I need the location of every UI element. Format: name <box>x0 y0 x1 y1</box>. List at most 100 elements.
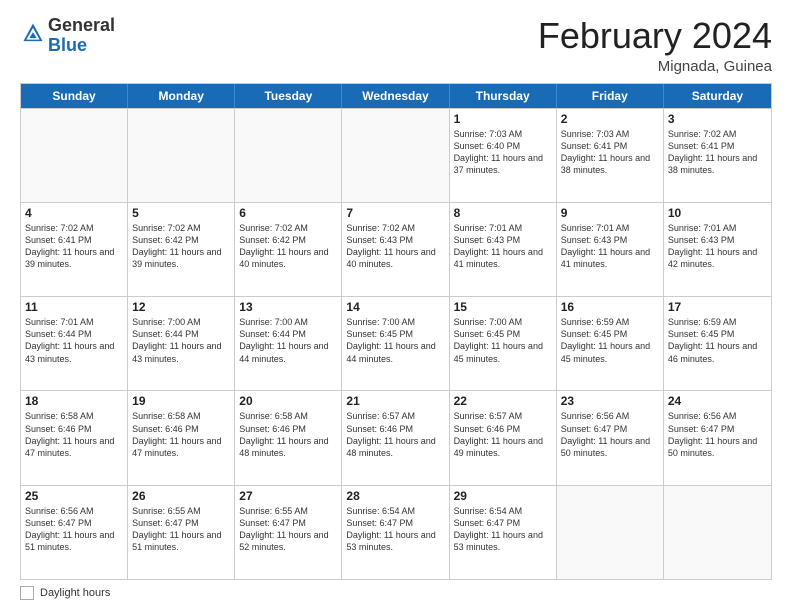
calendar-title: February 2024 <box>538 16 772 56</box>
day-number: 1 <box>454 112 552 126</box>
calendar-header: SundayMondayTuesdayWednesdayThursdayFrid… <box>21 84 771 108</box>
header-day-monday: Monday <box>128 84 235 108</box>
day-number: 4 <box>25 206 123 220</box>
logo-blue-text: Blue <box>48 35 87 55</box>
calendar-cell: 25 Sunrise: 6:56 AMSunset: 6:47 PMDayligh… <box>21 486 128 579</box>
calendar-row-3: 18 Sunrise: 6:58 AMSunset: 6:46 PMDayligh… <box>21 390 771 484</box>
calendar-cell <box>342 109 449 202</box>
day-info: Sunrise: 7:00 AMSunset: 6:45 PMDaylight:… <box>454 316 552 365</box>
day-number: 11 <box>25 300 123 314</box>
day-info: Sunrise: 6:58 AMSunset: 6:46 PMDaylight:… <box>239 410 337 459</box>
day-info: Sunrise: 6:56 AMSunset: 6:47 PMDaylight:… <box>25 505 123 554</box>
day-info: Sunrise: 7:01 AMSunset: 6:43 PMDaylight:… <box>454 222 552 271</box>
day-number: 18 <box>25 394 123 408</box>
calendar-cell: 24Sunrise: 6:56 AMSunset: 6:47 PMDayligh… <box>664 391 771 484</box>
calendar-cell: 14 Sunrise: 7:00 AMSunset: 6:45 PMDayligh… <box>342 297 449 390</box>
day-info: Sunrise: 6:57 AMSunset: 6:46 PMDaylight:… <box>346 410 444 459</box>
day-info: Sunrise: 7:01 AMSunset: 6:43 PMDaylight:… <box>561 222 659 271</box>
day-info: Sunrise: 6:59 AMSunset: 6:45 PMDaylight:… <box>668 316 767 365</box>
day-info: Sunrise: 6:58 AMSunset: 6:46 PMDaylight:… <box>132 410 230 459</box>
calendar-cell: 18Sunrise: 6:58 AMSunset: 6:46 PMDayligh… <box>21 391 128 484</box>
calendar-cell: 28 Sunrise: 6:54 AMSunset: 6:47 PMDayligh… <box>342 486 449 579</box>
day-number: 28 <box>346 489 444 503</box>
day-number: 17 <box>668 300 767 314</box>
day-info: Sunrise: 6:56 AMSunset: 6:47 PMDaylight:… <box>561 410 659 459</box>
calendar-cell <box>664 486 771 579</box>
day-info: Sunrise: 7:03 AMSunset: 6:40 PMDaylight:… <box>454 128 552 177</box>
calendar-cell: 7Sunrise: 7:02 AMSunset: 6:43 PMDaylight… <box>342 203 449 296</box>
day-info: Sunrise: 7:02 AMSunset: 6:43 PMDaylight:… <box>346 222 444 271</box>
day-number: 12 <box>132 300 230 314</box>
calendar-cell <box>235 109 342 202</box>
header-day-friday: Friday <box>557 84 664 108</box>
calendar-row-2: 11 Sunrise: 7:01 AMSunset: 6:44 PMDayligh… <box>21 296 771 390</box>
day-number: 14 <box>346 300 444 314</box>
day-number: 25 <box>25 489 123 503</box>
calendar-cell <box>557 486 664 579</box>
day-info: Sunrise: 6:54 AMSunset: 6:47 PMDaylight:… <box>346 505 444 554</box>
calendar-cell: 19 Sunrise: 6:58 AMSunset: 6:46 PMDayligh… <box>128 391 235 484</box>
day-number: 13 <box>239 300 337 314</box>
day-info: Sunrise: 6:57 AMSunset: 6:46 PMDaylight:… <box>454 410 552 459</box>
calendar-cell <box>128 109 235 202</box>
day-info: Sunrise: 7:02 AMSunset: 6:41 PMDaylight:… <box>25 222 123 271</box>
calendar-cell: 2 Sunrise: 7:03 AMSunset: 6:41 PMDaylight… <box>557 109 664 202</box>
day-number: 23 <box>561 394 659 408</box>
day-number: 21 <box>346 394 444 408</box>
calendar-row-1: 4 Sunrise: 7:02 AMSunset: 6:41 PMDaylight… <box>21 202 771 296</box>
calendar-cell <box>21 109 128 202</box>
day-number: 26 <box>132 489 230 503</box>
footer-label: Daylight hours <box>40 587 110 599</box>
day-info: Sunrise: 7:00 AMSunset: 6:44 PMDaylight:… <box>239 316 337 365</box>
calendar-cell: 20Sunrise: 6:58 AMSunset: 6:46 PMDayligh… <box>235 391 342 484</box>
day-info: Sunrise: 7:00 AMSunset: 6:45 PMDaylight:… <box>346 316 444 365</box>
footer-box <box>20 586 34 600</box>
day-number: 6 <box>239 206 337 220</box>
header: General Blue February 2024 Mignada, Guin… <box>20 16 772 75</box>
day-info: Sunrise: 7:02 AMSunset: 6:42 PMDaylight:… <box>132 222 230 271</box>
calendar-cell: 29Sunrise: 6:54 AMSunset: 6:47 PMDayligh… <box>450 486 557 579</box>
calendar-row-4: 25 Sunrise: 6:56 AMSunset: 6:47 PMDayligh… <box>21 485 771 579</box>
calendar-cell: 17 Sunrise: 6:59 AMSunset: 6:45 PMDayligh… <box>664 297 771 390</box>
day-number: 22 <box>454 394 552 408</box>
day-number: 9 <box>561 206 659 220</box>
day-number: 19 <box>132 394 230 408</box>
day-info: Sunrise: 6:54 AMSunset: 6:47 PMDaylight:… <box>454 505 552 554</box>
calendar-cell: 5 Sunrise: 7:02 AMSunset: 6:42 PMDaylight… <box>128 203 235 296</box>
day-number: 3 <box>668 112 767 126</box>
calendar-cell: 4 Sunrise: 7:02 AMSunset: 6:41 PMDaylight… <box>21 203 128 296</box>
calendar: SundayMondayTuesdayWednesdayThursdayFrid… <box>20 83 772 580</box>
calendar-body: 1 Sunrise: 7:03 AMSunset: 6:40 PMDaylight… <box>21 108 771 579</box>
day-info: Sunrise: 7:01 AMSunset: 6:44 PMDaylight:… <box>25 316 123 365</box>
header-day-wednesday: Wednesday <box>342 84 449 108</box>
logo: General Blue <box>20 16 115 56</box>
day-info: Sunrise: 7:03 AMSunset: 6:41 PMDaylight:… <box>561 128 659 177</box>
calendar-cell: 1 Sunrise: 7:03 AMSunset: 6:40 PMDaylight… <box>450 109 557 202</box>
day-info: Sunrise: 7:00 AMSunset: 6:44 PMDaylight:… <box>132 316 230 365</box>
day-number: 2 <box>561 112 659 126</box>
day-info: Sunrise: 6:55 AMSunset: 6:47 PMDaylight:… <box>132 505 230 554</box>
calendar-cell: 27Sunrise: 6:55 AMSunset: 6:47 PMDayligh… <box>235 486 342 579</box>
day-info: Sunrise: 6:56 AMSunset: 6:47 PMDaylight:… <box>668 410 767 459</box>
header-day-saturday: Saturday <box>664 84 771 108</box>
logo-icon <box>22 22 44 44</box>
day-number: 15 <box>454 300 552 314</box>
calendar-cell: 22 Sunrise: 6:57 AMSunset: 6:46 PMDayligh… <box>450 391 557 484</box>
calendar-cell: 11 Sunrise: 7:01 AMSunset: 6:44 PMDayligh… <box>21 297 128 390</box>
calendar-cell: 13 Sunrise: 7:00 AMSunset: 6:44 PMDayligh… <box>235 297 342 390</box>
calendar-cell: 3Sunrise: 7:02 AMSunset: 6:41 PMDaylight… <box>664 109 771 202</box>
day-info: Sunrise: 6:55 AMSunset: 6:47 PMDaylight:… <box>239 505 337 554</box>
logo-general-text: General <box>48 15 115 35</box>
calendar-cell: 12 Sunrise: 7:00 AMSunset: 6:44 PMDayligh… <box>128 297 235 390</box>
calendar-cell: 8 Sunrise: 7:01 AMSunset: 6:43 PMDaylight… <box>450 203 557 296</box>
day-info: Sunrise: 6:59 AMSunset: 6:45 PMDaylight:… <box>561 316 659 365</box>
day-number: 8 <box>454 206 552 220</box>
page: General Blue February 2024 Mignada, Guin… <box>0 0 792 612</box>
footer: Daylight hours <box>20 586 772 600</box>
day-info: Sunrise: 7:02 AMSunset: 6:42 PMDaylight:… <box>239 222 337 271</box>
day-number: 5 <box>132 206 230 220</box>
header-day-sunday: Sunday <box>21 84 128 108</box>
title-block: February 2024 Mignada, Guinea <box>538 16 772 75</box>
header-day-tuesday: Tuesday <box>235 84 342 108</box>
day-number: 16 <box>561 300 659 314</box>
